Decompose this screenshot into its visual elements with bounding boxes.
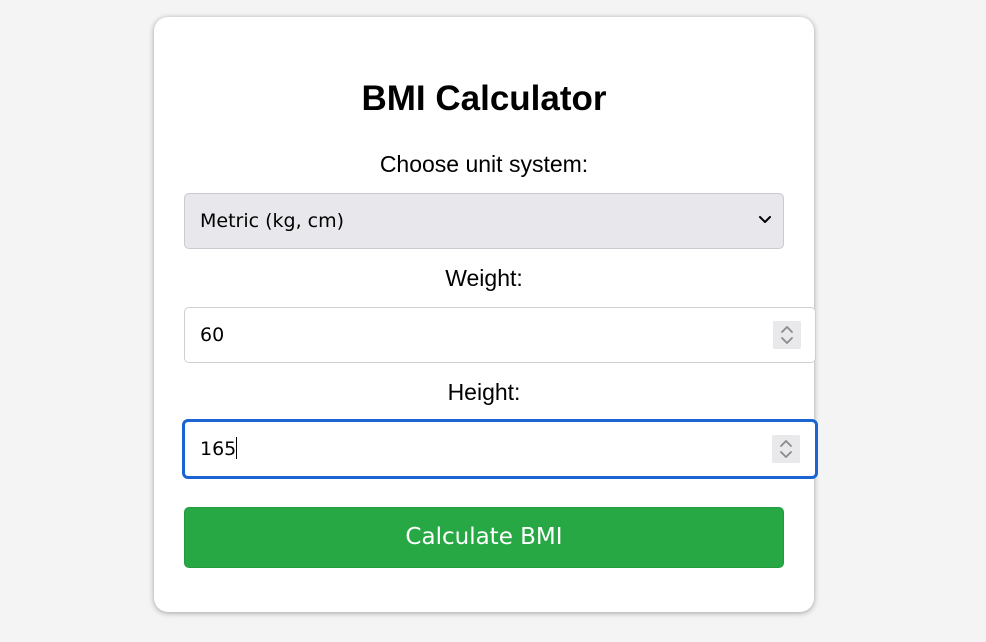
spinner-arrows-icon[interactable] bbox=[772, 435, 800, 463]
weight-label: Weight: bbox=[445, 265, 523, 291]
text-caret bbox=[236, 436, 238, 459]
weight-input[interactable]: 60 bbox=[184, 307, 816, 363]
bmi-card: BMI Calculator Choose unit system: Metri… bbox=[154, 17, 818, 612]
page-title: BMI Calculator bbox=[361, 79, 607, 118]
unit-system-selected-value: Metric (kg, cm) bbox=[200, 210, 345, 232]
unit-system-label: Choose unit system: bbox=[379, 151, 589, 177]
height-label: Height: bbox=[447, 379, 521, 405]
height-input-value: 165 bbox=[200, 436, 238, 460]
spinner-arrows-icon[interactable] bbox=[773, 321, 801, 349]
unit-system-select[interactable]: Metric (kg, cm) bbox=[184, 193, 784, 249]
height-input[interactable]: 165 bbox=[182, 419, 818, 479]
chevron-down-icon bbox=[759, 216, 771, 223]
weight-input-value: 60 bbox=[200, 324, 225, 346]
calculate-bmi-button[interactable]: Calculate BMI bbox=[184, 507, 784, 568]
